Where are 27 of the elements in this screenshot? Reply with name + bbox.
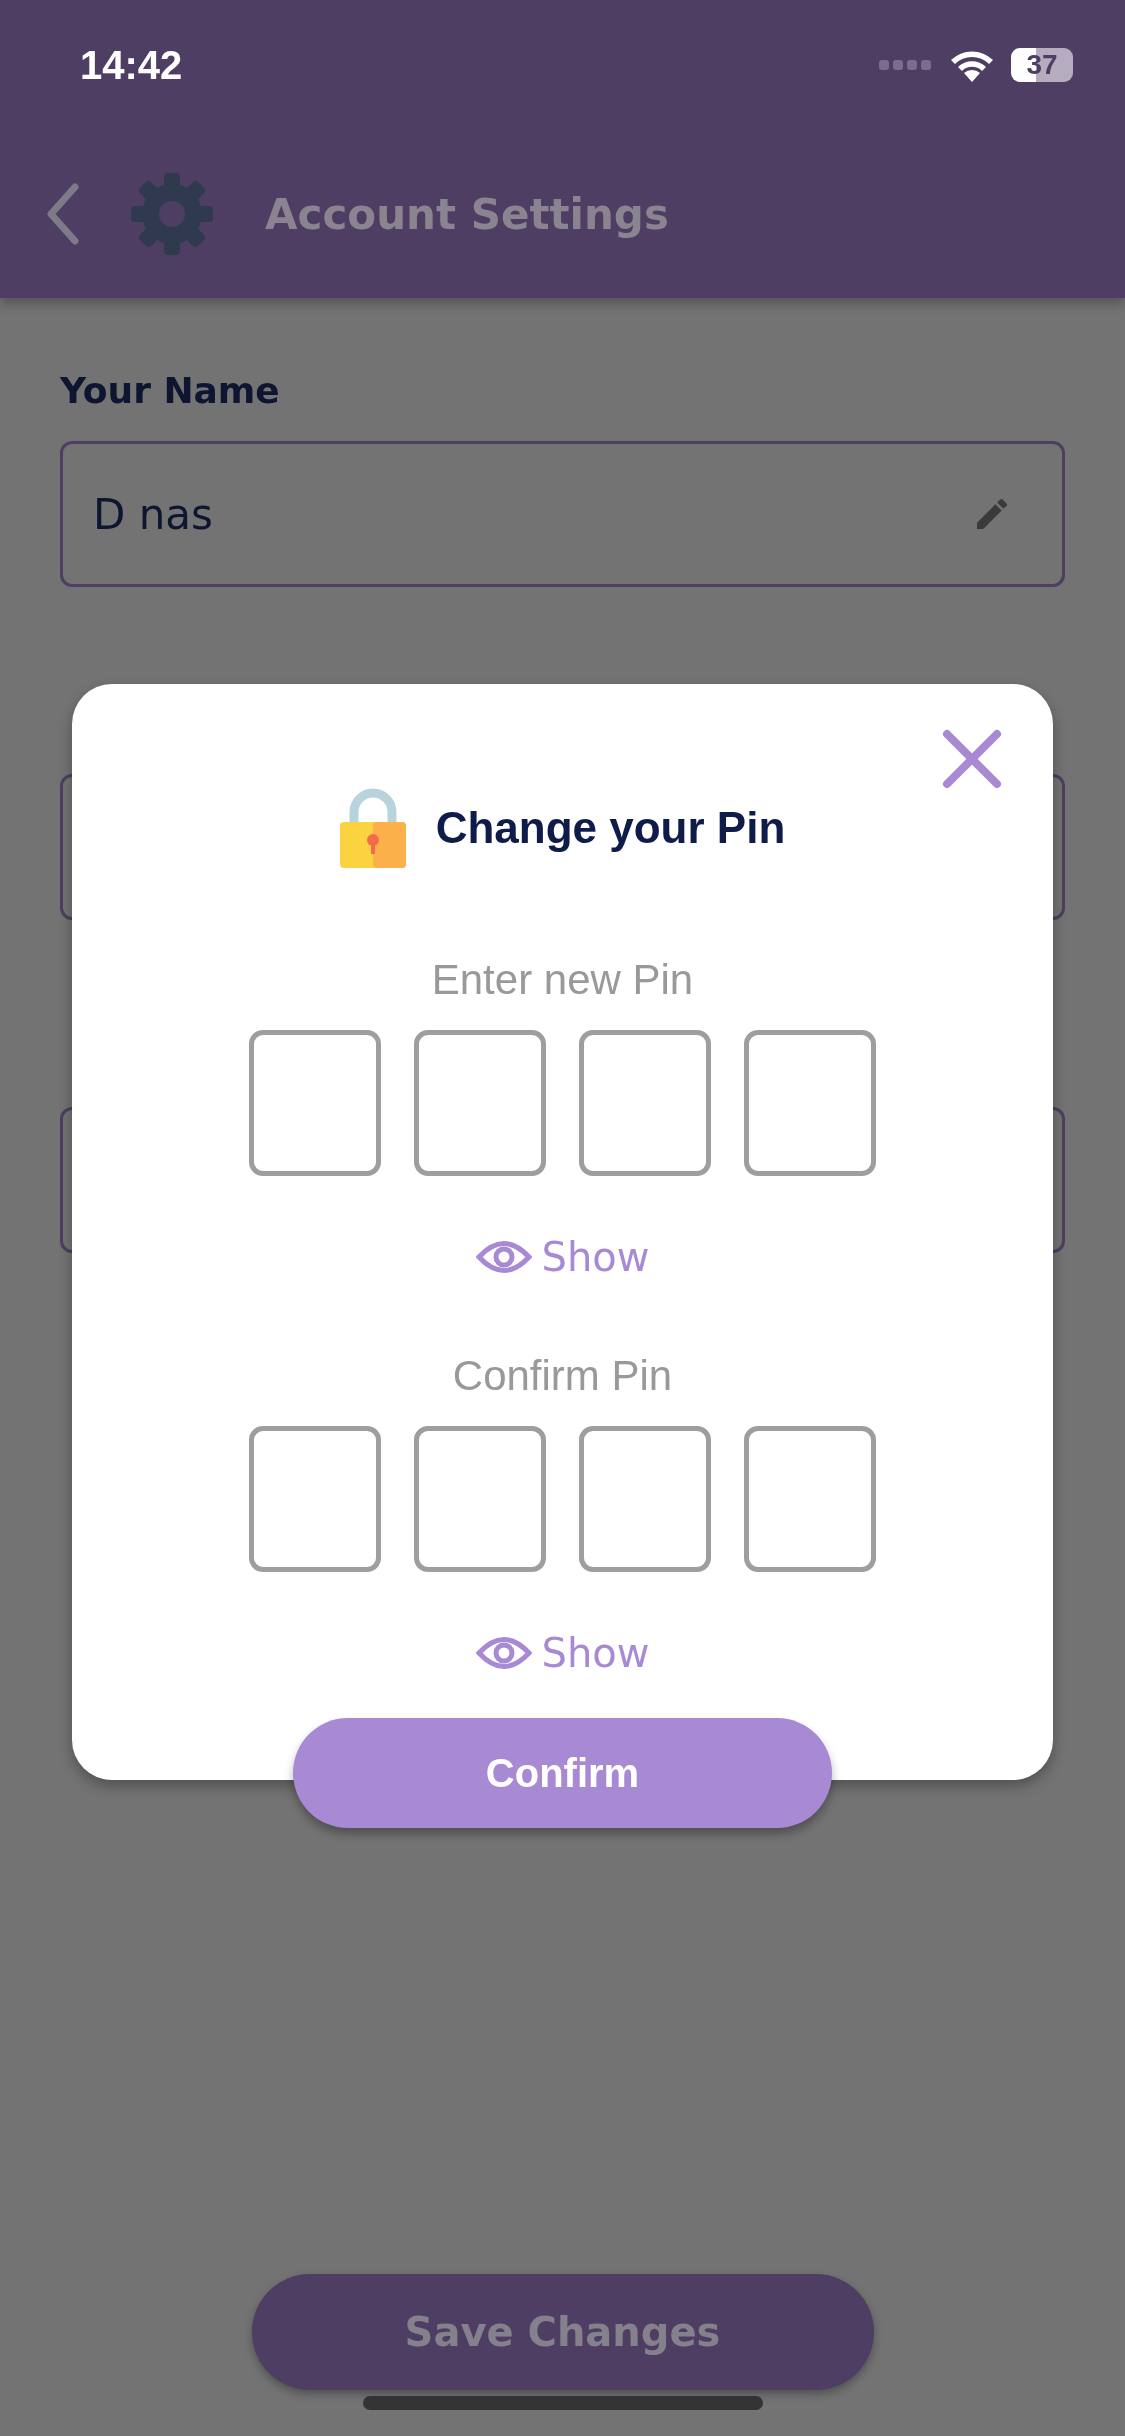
pin-label: Enter new Pin bbox=[431, 956, 694, 1004]
padlock-icon bbox=[339, 788, 406, 868]
pin-digit-field[interactable] bbox=[249, 1030, 381, 1176]
pin-digit-field[interactable] bbox=[414, 1426, 546, 1572]
pin-label: Confirm Pin bbox=[452, 1352, 673, 1400]
input-field[interactable]: D nas bbox=[60, 441, 1065, 587]
eye-icon bbox=[475, 1238, 532, 1276]
pin-digit-field[interactable] bbox=[579, 1426, 711, 1572]
pin-digit-field[interactable] bbox=[744, 1426, 876, 1572]
pin-digit-field[interactable] bbox=[249, 1426, 381, 1572]
status-time: 14:42 bbox=[80, 42, 183, 88]
pin-digit-field[interactable] bbox=[744, 1030, 876, 1176]
signal-icon bbox=[879, 58, 933, 72]
screen-title: Account Settings bbox=[265, 189, 669, 239]
dialog-title: Change your Pin bbox=[435, 803, 786, 853]
close-icon[interactable] bbox=[941, 728, 1003, 790]
eye-icon bbox=[475, 1634, 532, 1672]
show-pin-toggle[interactable]: Show bbox=[475, 1234, 650, 1280]
gear-icon bbox=[129, 171, 215, 257]
pin-digit-field[interactable] bbox=[414, 1030, 546, 1176]
show-pin-toggle[interactable]: Show bbox=[475, 1630, 650, 1676]
confirm-button[interactable]: Confirm bbox=[293, 1718, 832, 1828]
save-changes-button[interactable]: Save Changes bbox=[251, 2274, 874, 2390]
field-label: Your Name bbox=[60, 370, 281, 411]
wifi-icon bbox=[949, 48, 995, 82]
back-icon[interactable] bbox=[45, 183, 79, 245]
pin-digit-field[interactable] bbox=[579, 1030, 711, 1176]
